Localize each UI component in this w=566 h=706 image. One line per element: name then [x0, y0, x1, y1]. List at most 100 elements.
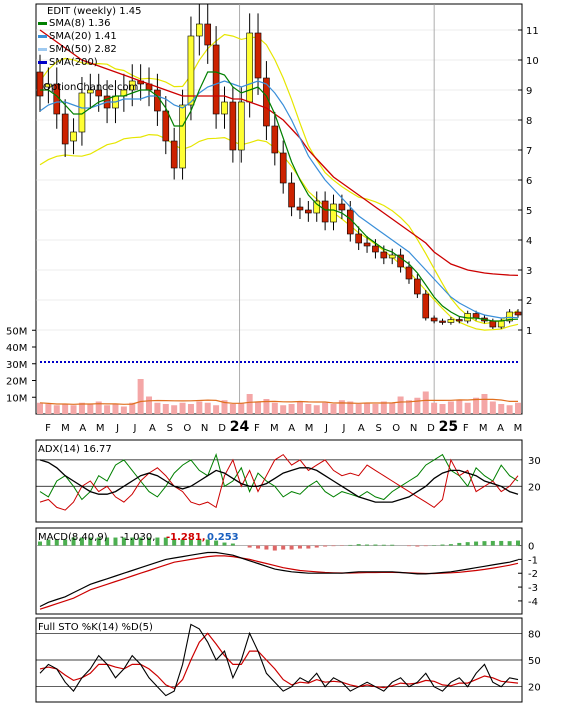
x-tick-label: A	[288, 423, 295, 434]
candle-body	[204, 23, 212, 46]
candle-body	[497, 320, 505, 328]
x-tick-label: F	[254, 423, 260, 434]
candle-body	[414, 278, 421, 295]
volume-bar	[515, 402, 521, 414]
volume-bar	[162, 404, 169, 414]
volume-axis: 10M 20M 30M 40M 50M	[6, 326, 36, 404]
legend-entry: SMA(50) 2.82	[49, 44, 117, 55]
candle-body	[489, 320, 497, 328]
candle-body	[321, 200, 329, 223]
macd-histogram-bar	[365, 544, 370, 546]
volume-bar	[464, 402, 471, 414]
candle-body	[363, 242, 371, 247]
macd-histogram-bar	[256, 545, 261, 549]
candle-body	[221, 101, 228, 115]
macd-tick-label: -2	[528, 569, 538, 580]
macd-tick-label: -3	[528, 583, 538, 594]
price-tick-label: 9	[526, 86, 532, 97]
stochastic-tick-label: 20	[528, 683, 541, 694]
volume-bar	[456, 400, 463, 414]
candle-body	[170, 140, 178, 169]
macd-value: -1.281,	[166, 532, 206, 543]
x-axis-labels: F M A M J J A S O N D 24 F M A M J J A S O N D 25 F M A M	[45, 419, 522, 435]
volume-bar	[154, 402, 161, 414]
candle-body	[422, 293, 430, 319]
volume-bar	[255, 401, 262, 414]
watermark: OptionChance.com	[43, 82, 138, 93]
volume-bar	[137, 379, 144, 414]
macd-label: MACD(8,40,9)	[38, 532, 108, 543]
volume-bar	[229, 404, 236, 414]
volume-bar	[489, 401, 496, 414]
candle-body	[439, 320, 446, 323]
price-tick-label: 11	[526, 26, 539, 37]
candle-body	[372, 245, 379, 253]
macd-tick-label: -1	[528, 555, 538, 566]
volume-bar	[414, 397, 421, 414]
candle-body	[313, 200, 321, 214]
stochastic-tick-label: 80	[528, 629, 541, 640]
volume-bar	[120, 406, 127, 414]
macd-histogram-bar	[297, 545, 302, 549]
x-tick-label: M	[305, 423, 314, 434]
macd-histogram-bar	[415, 545, 420, 547]
x-tick-label: J	[133, 423, 137, 434]
x-tick-label: A	[358, 423, 365, 434]
volume-bar	[439, 404, 446, 414]
price-tick-label: 5	[526, 206, 532, 217]
price-tick-label: 7	[526, 146, 532, 157]
volume-bar	[179, 402, 186, 414]
volume-bar	[238, 402, 245, 414]
volume-bar	[422, 391, 429, 414]
candle-body	[279, 152, 287, 184]
x-tick-label: S	[167, 423, 173, 434]
candle-body	[380, 251, 388, 259]
macd-histogram-bar	[113, 537, 118, 546]
legend-swatch	[38, 61, 47, 64]
price-tick-label: 6	[526, 176, 532, 187]
legend-swatch	[38, 22, 47, 25]
x-tick-label: N	[410, 423, 417, 434]
volume-bar	[213, 405, 220, 414]
volume-bar	[481, 394, 488, 414]
stochastic-tick-label: 50	[528, 656, 541, 667]
volume-bar	[70, 405, 77, 414]
candle-body	[70, 131, 77, 142]
macd-histogram-bar	[516, 540, 520, 546]
volume-bar	[37, 402, 43, 414]
legend-swatch	[38, 48, 47, 51]
candle-body	[288, 182, 295, 208]
x-tick-label: N	[201, 423, 208, 434]
x-tick-label: A	[79, 423, 86, 434]
macd-histogram-bar	[465, 542, 470, 546]
x-tick-label: D	[218, 423, 226, 434]
x-tick-label: O	[183, 423, 191, 434]
price-tick-label: 8	[526, 116, 532, 127]
volume-bar	[389, 402, 396, 414]
price-tick-label: 2	[526, 296, 532, 307]
signal-value: 0.253	[207, 532, 239, 543]
candle-body	[254, 32, 262, 79]
macd-histogram-bar	[356, 544, 361, 546]
macd-histogram-bar	[331, 545, 336, 547]
x-tick-label: M	[479, 423, 488, 434]
candle-body	[154, 89, 161, 112]
volume-bar	[296, 401, 303, 414]
x-tick-label: 25	[439, 419, 458, 435]
macd-histogram-bar	[474, 541, 479, 546]
candle-body	[212, 44, 220, 115]
volume-bar	[330, 404, 337, 414]
macd-histogram-bar	[272, 545, 277, 551]
candle-body	[472, 313, 480, 319]
macd-histogram-bar	[381, 544, 386, 546]
macd-histogram-bar	[390, 544, 395, 546]
volume-bar	[506, 405, 513, 414]
x-tick-label: M	[514, 423, 523, 434]
price-tick-label: 1	[526, 326, 532, 337]
candle-body	[305, 209, 312, 214]
macd-histogram-bar	[373, 544, 378, 546]
volume-tick-label: 20M	[6, 377, 27, 388]
stock-chart: 1234567891011 10M20M30M40M50M EDIT (week…	[6, 3, 541, 703]
macd-histogram-bar	[281, 545, 286, 550]
legend-entry: SMA(20) 1.41	[49, 31, 117, 42]
